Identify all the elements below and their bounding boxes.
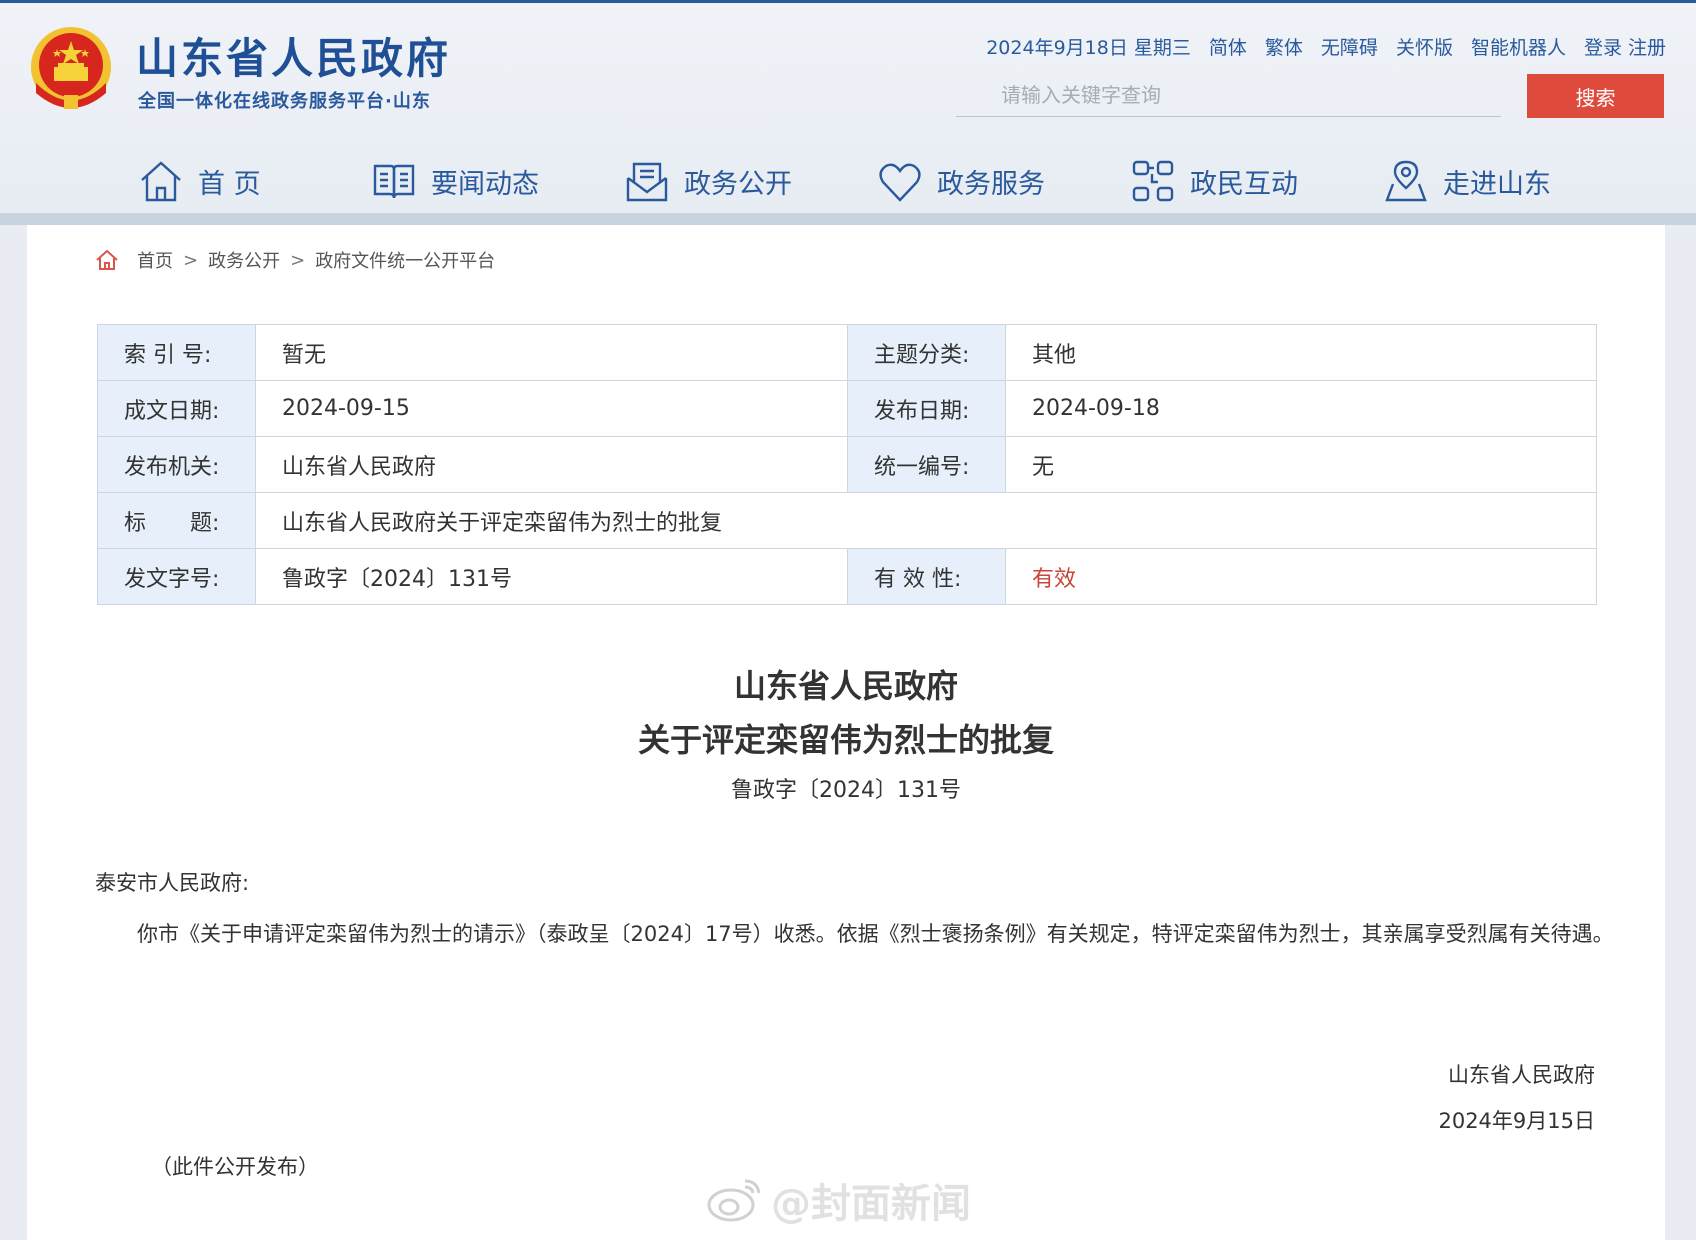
nav-item-news[interactable]: 要闻动态: [371, 151, 539, 211]
breadcrumb: 首页 > 政务公开 > 政府文件统一公开平台: [95, 247, 495, 273]
signature-date: 2024年9月15日: [1438, 1109, 1595, 1133]
link-simplified[interactable]: 简体: [1209, 33, 1247, 60]
table-row: 成文日期: 2024-09-15 发布日期: 2024-09-18: [97, 380, 1597, 437]
publish-date-value: 2024-09-18: [1005, 380, 1597, 437]
title-value: 山东省人民政府关于评定栾留伟为烈士的批复: [255, 492, 1597, 549]
document-title-line1: 山东省人民政府: [733, 667, 958, 705]
doc-number-label: 发文字号:: [97, 548, 256, 605]
publish-date-label: 发布日期:: [847, 380, 1006, 437]
table-row: 索 引 号: 暂无 主题分类: 其他: [97, 324, 1597, 381]
nav-item-gov-affairs[interactable]: 政务公开: [624, 151, 792, 211]
document-title-line2: 关于评定栾留伟为烈士的批复: [637, 721, 1054, 759]
table-row: 发布机关: 山东省人民政府 统一编号: 无: [97, 436, 1597, 493]
weibo-logo-icon: [707, 1179, 761, 1222]
heart-icon: [879, 163, 921, 202]
written-date-label: 成文日期:: [97, 380, 256, 437]
link-login[interactable]: 登录: [1584, 33, 1622, 60]
document-body: 你市《关于申请评定栾留伟为烈士的请示》（泰政呈〔2024〕17号）收悉。依据《烈…: [137, 922, 1614, 946]
topic-label: 主题分类:: [847, 324, 1006, 381]
nav-label: 走进山东: [1443, 168, 1551, 200]
content-card: 首页 > 政务公开 > 政府文件统一公开平台 索 引 号: 暂无 主题分类: 其…: [27, 225, 1665, 1240]
nav-label: 要闻动态: [431, 168, 539, 200]
site-subtitle: 全国一体化在线政务服务平台·山东: [138, 91, 431, 112]
breadcrumb-home[interactable]: 首页: [137, 247, 173, 273]
nav-item-home[interactable]: 首 页: [138, 151, 261, 211]
addressee: 泰安市人民政府:: [95, 871, 250, 895]
link-accessibility[interactable]: 无障碍: [1321, 33, 1378, 60]
breadcrumb-platform[interactable]: 政府文件统一公开平台: [315, 247, 495, 273]
link-register[interactable]: 注册: [1628, 33, 1666, 60]
book-icon: [373, 164, 415, 199]
interact-icon: [1132, 160, 1174, 202]
site-header: 山东省人民政府 全国一体化在线政务服务平台·山东 2024年9月18日 星期三 …: [0, 3, 1696, 215]
search-box: [956, 73, 1501, 117]
validity-label: 有 效 性:: [847, 548, 1006, 605]
nav-label: 政民互动: [1190, 168, 1298, 200]
search-button[interactable]: 搜索: [1527, 74, 1664, 118]
public-note: （此件公开发布）: [151, 1155, 319, 1179]
index-value: 暂无: [255, 324, 848, 381]
document-meta-table: 索 引 号: 暂无 主题分类: 其他 成文日期: 2024-09-15 发布日期…: [97, 324, 1597, 605]
home-icon[interactable]: [95, 249, 119, 271]
validity-value: 有效: [1005, 548, 1597, 605]
nav-label: 政务服务: [937, 168, 1045, 200]
nav-item-interaction[interactable]: 政民互动: [1130, 151, 1298, 211]
doc-number-value: 鲁政字〔2024〕131号: [255, 548, 848, 605]
watermark-text: @封面新闻: [771, 1181, 971, 1227]
breadcrumb-separator: >: [290, 249, 306, 271]
national-emblem-icon: [31, 27, 111, 109]
nav-label: 首 页: [198, 168, 261, 200]
login-register: 登录 注册: [1584, 33, 1666, 60]
serial-label: 统一编号:: [847, 436, 1006, 493]
site-title[interactable]: 山东省人民政府: [136, 25, 451, 86]
written-date-value: 2024-09-15: [255, 380, 848, 437]
home-icon: [141, 161, 181, 202]
table-row: 发文字号: 鲁政字〔2024〕131号 有 效 性: 有效: [97, 548, 1597, 605]
nav-item-gov-services[interactable]: 政务服务: [877, 151, 1045, 211]
topic-value: 其他: [1005, 324, 1597, 381]
search-input[interactable]: [956, 73, 1501, 116]
current-date: 2024年9月18日 星期三: [986, 37, 1191, 59]
watermark: @封面新闻: [705, 1165, 1045, 1235]
serial-value: 无: [1005, 436, 1597, 493]
issuer-value: 山东省人民政府: [255, 436, 848, 493]
issuer-label: 发布机关:: [97, 436, 256, 493]
header-divider: [0, 213, 1696, 225]
nav-item-about-shandong[interactable]: 走进山东: [1383, 151, 1551, 211]
link-traditional[interactable]: 繁体: [1265, 33, 1303, 60]
location-icon: [1385, 160, 1427, 202]
top-links: 2024年9月18日 星期三 简体 繁体 无障碍 关怀版 智能机器人 登录 注册: [986, 33, 1666, 60]
main-nav: 首 页 要闻动态 政务公开 政务服务 政民互动 走进山东: [0, 151, 1696, 211]
index-label: 索 引 号:: [97, 324, 256, 381]
mail-icon: [626, 162, 668, 202]
title-label: 标 题:: [97, 492, 256, 549]
link-care-mode[interactable]: 关怀版: [1396, 33, 1453, 60]
table-row: 标 题: 山东省人民政府关于评定栾留伟为烈士的批复: [97, 492, 1597, 549]
signature-org: 山东省人民政府: [1448, 1063, 1595, 1087]
breadcrumb-separator: >: [183, 249, 199, 271]
breadcrumb-gov-affairs[interactable]: 政务公开: [208, 247, 280, 273]
nav-label: 政务公开: [684, 168, 792, 200]
link-robot[interactable]: 智能机器人: [1471, 33, 1566, 60]
document-number: 鲁政字〔2024〕131号: [731, 778, 961, 803]
